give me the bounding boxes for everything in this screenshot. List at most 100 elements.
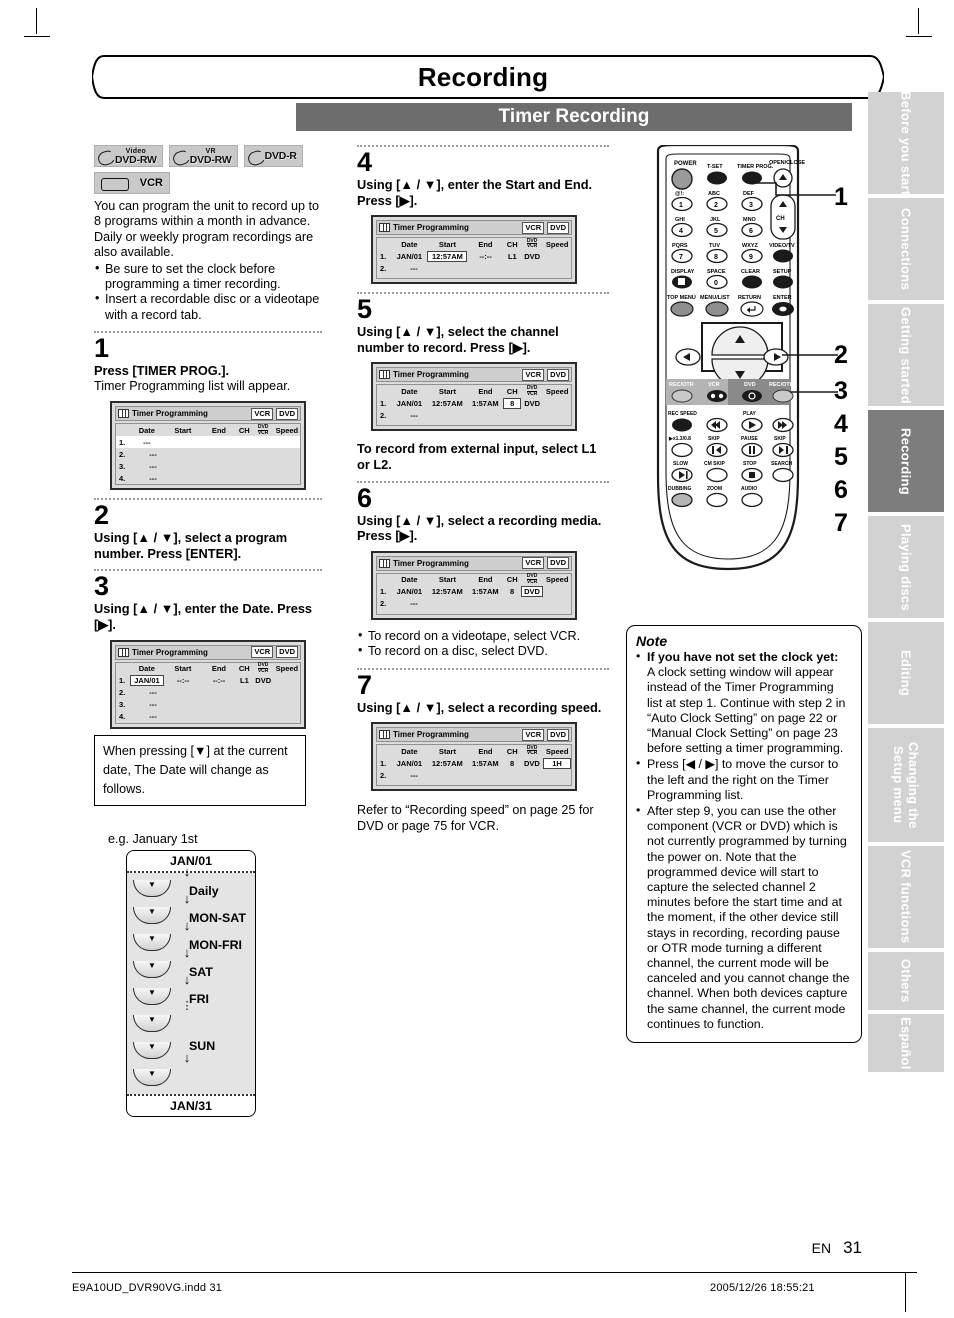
step-divider [94, 331, 322, 334]
tab-label: Getting started [898, 306, 914, 404]
col-date: Date [138, 425, 155, 435]
col-start: Start [174, 425, 192, 435]
note-item-text: After step 9, you can use the other comp… [647, 804, 850, 1031]
tab-label: Before you start [898, 90, 914, 196]
tab-label: Changing the Setup menu [891, 741, 921, 829]
osd-title: Timer Programming [393, 730, 469, 740]
table-row: 4. --- [119, 712, 157, 722]
table-row: 1. JAN/01 12:57AM --:-- L1 DVD [380, 250, 541, 262]
osd-table: Date Start End CH DVD VCR Speed 1. JAN/01… [376, 237, 572, 280]
list-icon [118, 409, 129, 419]
arrow-down-icon: ↓ [183, 863, 191, 879]
table-row: 1. --- [116, 436, 300, 449]
svg-text:REC/OTR: REC/OTR [769, 382, 794, 388]
osd-title: Timer Programming [132, 409, 208, 419]
dvd-vcr-icon: DVD VCR [526, 385, 538, 397]
svg-text:POWER: POWER [674, 161, 697, 167]
table-row: 2. --- [119, 688, 157, 698]
svg-text:MNO: MNO [743, 217, 757, 223]
tab-playing-discs[interactable]: Playing discs [868, 516, 944, 618]
tab-changing-the-setup-menu[interactable]: Changing the Setup menu [868, 728, 944, 842]
tab-connections[interactable]: Connections [868, 198, 944, 300]
step-7-number: 7 [357, 669, 373, 700]
svg-text:▶x1.3/0.8: ▶x1.3/0.8 [668, 436, 691, 442]
down-button-icon: ▼ [133, 987, 171, 1005]
dvd-vcr-icon: DVD VCR [257, 662, 269, 674]
tab-label: Recording [898, 427, 914, 495]
remote-callout-7: 7 [834, 509, 848, 537]
osd-panel-step5: Timer Programming VCR DVD Date Start End… [371, 362, 577, 432]
svg-text:WXYZ: WXYZ [742, 243, 759, 249]
highlighted-cell: JAN/01 [129, 675, 165, 687]
down-button-icon: ▼ [133, 933, 171, 951]
callout-text: When pressing [▼] at the current date, T… [103, 743, 288, 796]
osd-table: Date Start End CH DVD VCR Speed 1. --- 2… [115, 423, 301, 486]
svg-text:SKIP: SKIP [774, 436, 786, 442]
arrow-down-icon: ↓ [183, 1049, 191, 1065]
step-5-instruction: Using [▲ / ▼], select the channel number… [357, 324, 559, 355]
tab-label: Playing discs [898, 523, 914, 611]
table-header-row: Date Start End CH DVD VCR Speed [116, 424, 300, 436]
manual-page: Recording Timer Recording Video DVD-RW V… [0, 0, 954, 1318]
highlighted-cell: 12:57AM [427, 250, 468, 262]
tab-label: Others [898, 959, 914, 1003]
logo-bottom-label: DVD-R [264, 150, 297, 162]
svg-text:MENU/LIST: MENU/LIST [700, 295, 730, 301]
osd-table: Date Start End CH DVD VCR Speed 1. JAN/01… [376, 744, 572, 787]
dvd-r-logo: DVD-R [243, 145, 303, 167]
osd-title: Timer Programming [393, 370, 469, 380]
osd-badge-vcr: VCR [251, 407, 274, 420]
cycle-step: ▼ ↓ [127, 1051, 255, 1091]
col-ch: CH [238, 425, 250, 435]
arrow-down-icon: ↓ [183, 944, 191, 960]
tab-label: Español [898, 1016, 914, 1070]
tab-vcr-functions[interactable]: VCR functions [868, 846, 944, 948]
tab-recording[interactable]: Recording [868, 410, 944, 512]
osd-panel-step4: Timer Programming VCR DVD Date Start End… [371, 215, 577, 285]
osd-badge-vcr: VCR [522, 221, 545, 234]
vcr-logo: VCR [94, 172, 170, 194]
svg-text:REC/OTR: REC/OTR [669, 382, 694, 388]
svg-text:@!:: @!: [675, 191, 684, 197]
osd-title: Timer Programming [393, 223, 469, 233]
osd-badge-dvd: DVD [276, 646, 298, 659]
osd-badge-dvd: DVD [547, 368, 569, 381]
tab-others[interactable]: Others [868, 952, 944, 1010]
remote-callout-4: 4 [834, 410, 848, 438]
osd-table: Date Start End CH DVD VCR Speed 1. JAN/01… [376, 572, 572, 615]
down-button-icon: ▼ [133, 1041, 171, 1059]
svg-text:T-SET: T-SET [707, 164, 723, 170]
step-6-instruction: Using [▲ / ▼], select a recording media.… [357, 512, 602, 544]
osd-titlebar: Timer Programming VCR DVD [115, 644, 301, 660]
remote-control-figure: POWER T-SET TIMER PROG. OPEN/CLOSE @!: 1… [626, 143, 864, 615]
svg-text:ABC: ABC [708, 191, 720, 197]
table-row: 2. --- [380, 770, 418, 780]
tab-editing[interactable]: Editing [868, 622, 944, 724]
osd-titlebar: Timer Programming VCR DVD [376, 367, 572, 383]
svg-text:GHI: GHI [675, 217, 685, 223]
table-row: 1. JAN/01 12:57AM 1:57AM 8 DVD [377, 586, 571, 598]
tab-label: VCR functions [898, 850, 914, 944]
tab-getting-started[interactable]: Getting started [868, 304, 944, 406]
step-1-instruction: Press [TIMER PROG.]. [94, 363, 230, 379]
tab-espanol[interactable]: Español [868, 1014, 944, 1072]
remote-callout-1: 1 [834, 183, 848, 211]
step-3-number: 3 [94, 571, 110, 602]
footer-separator [905, 1272, 906, 1312]
col-end: End [211, 425, 226, 435]
table-row-partial [377, 421, 571, 425]
osd-badge-dvd: DVD [276, 407, 298, 420]
table-header-row: Date Start End CH DVD VCR Speed [401, 385, 569, 397]
example-label: e.g. January 1st [108, 831, 198, 846]
table-header-row: Date Start End CH DVD VCR Speed [401, 573, 569, 586]
col-media: DVD VCR [252, 425, 273, 436]
table-row: 3. --- [119, 461, 157, 471]
svg-text:JKL: JKL [710, 217, 721, 223]
osd-titlebar: Timer Programming VCR DVD [376, 555, 572, 571]
svg-text:STOP: STOP [743, 461, 757, 467]
tab-before-you-start[interactable]: Before you start [868, 90, 944, 196]
table-row: 1. JAN/01 12:57AM 1:57AM 8 DVD 1H [377, 757, 572, 769]
list-item: To record on a videotape, select VCR. [357, 628, 609, 644]
step-divider [357, 292, 609, 295]
svg-text:VCR: VCR [708, 382, 720, 388]
